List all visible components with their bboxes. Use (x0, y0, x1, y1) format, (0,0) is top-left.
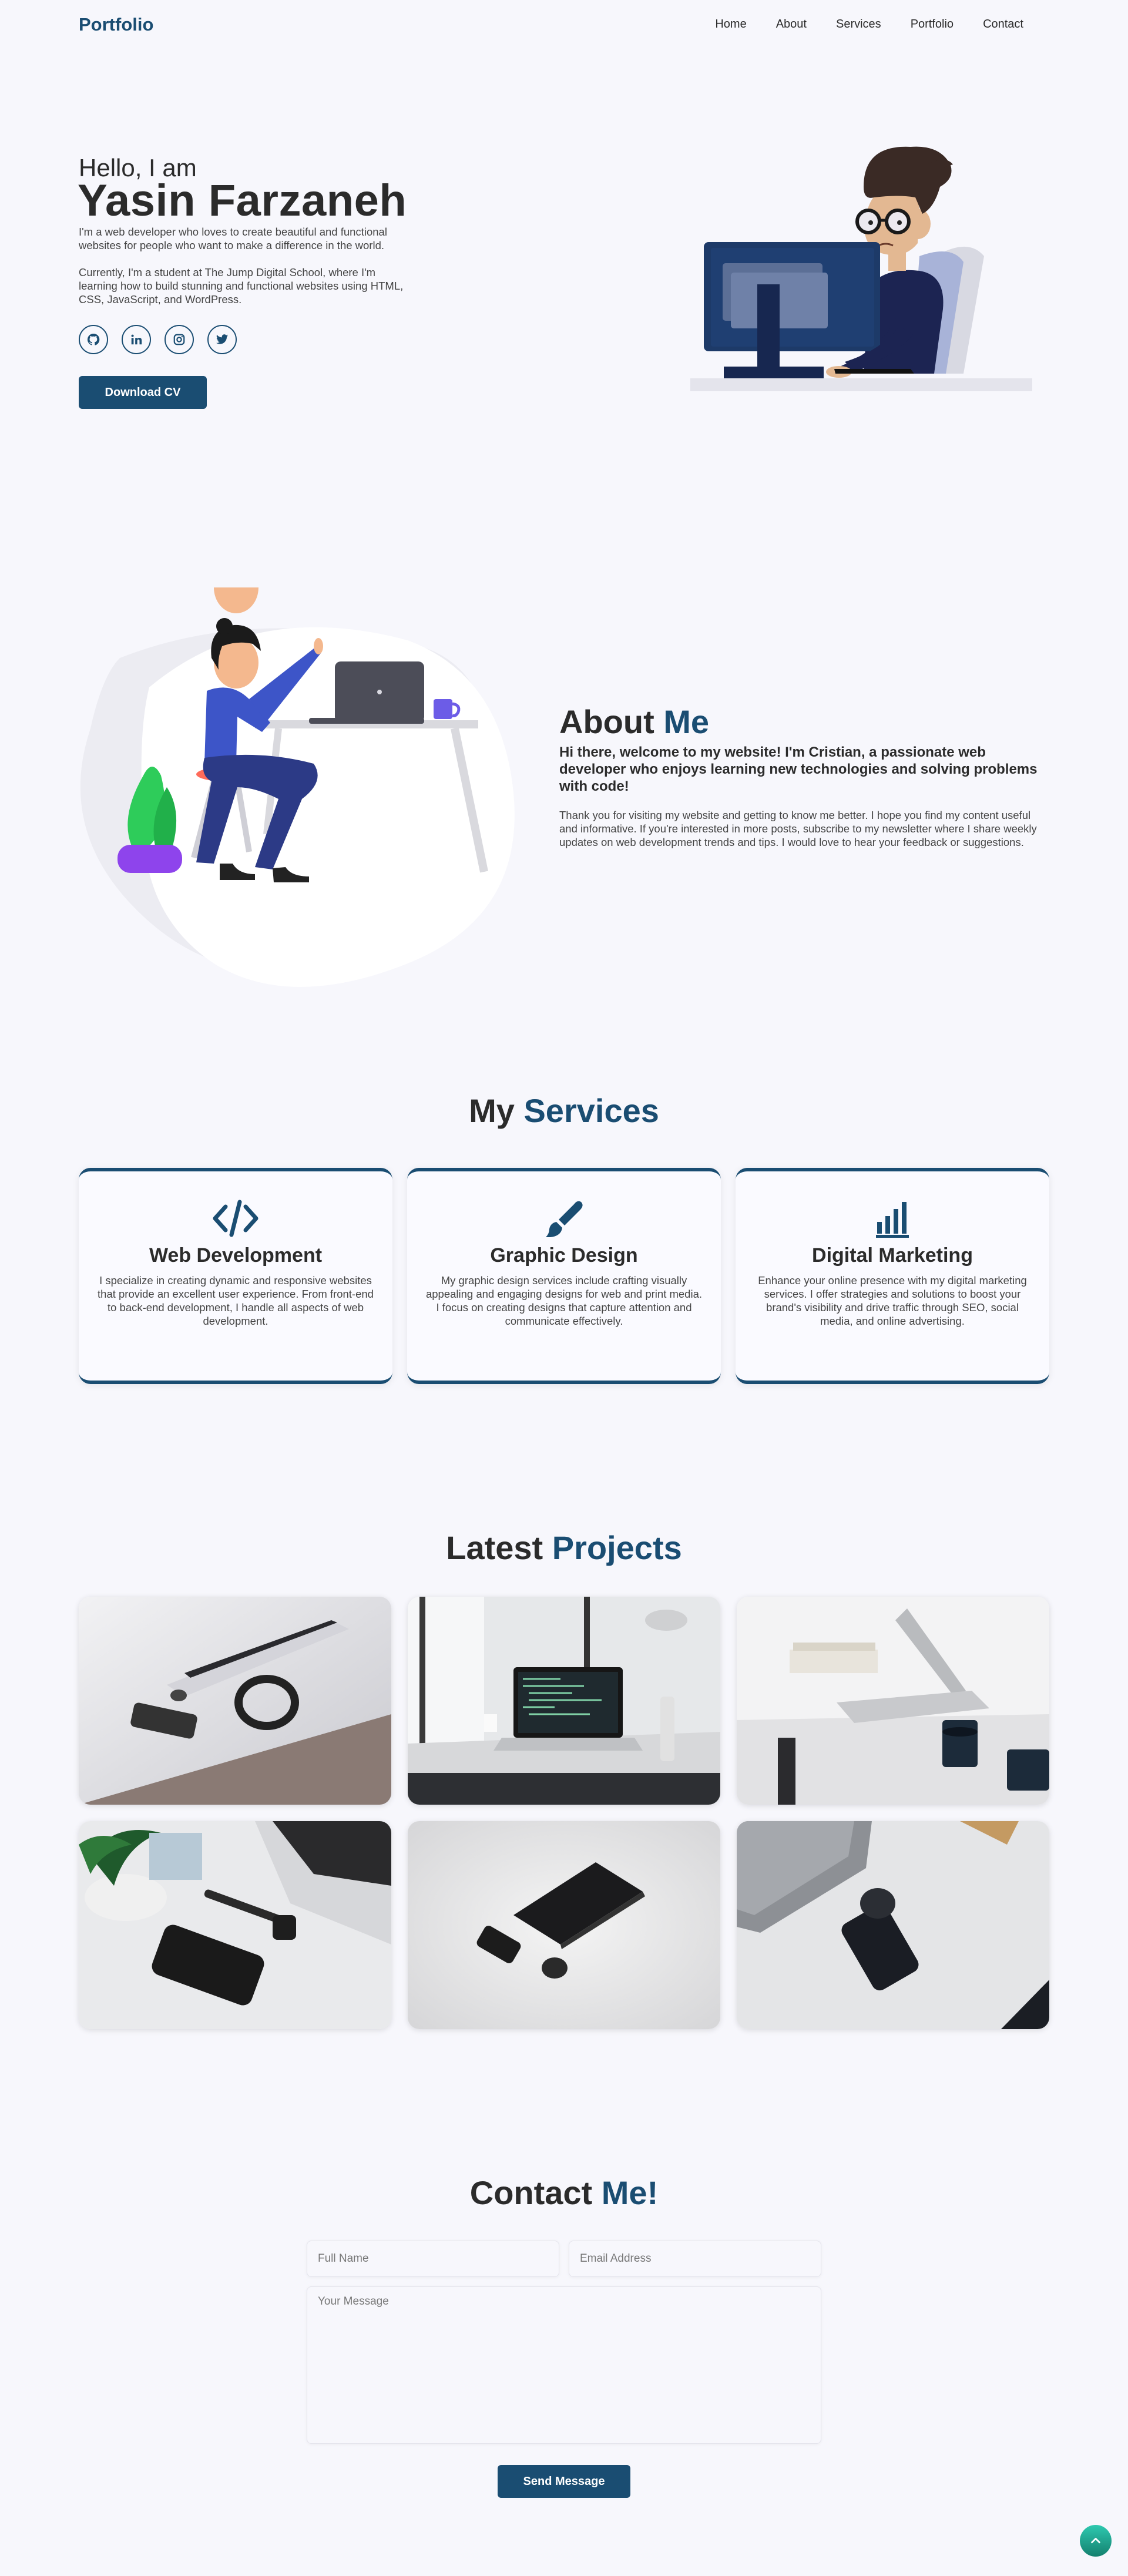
github-icon[interactable] (79, 325, 108, 354)
full-name-input[interactable] (307, 2241, 559, 2277)
project-card[interactable] (737, 1821, 1049, 2029)
hero-intro: I'm a web developer who loves to create … (79, 226, 387, 251)
hero-name: Yasin Farzaneh (78, 176, 407, 226)
service-title: Digital Marketing (812, 1244, 973, 1267)
about-lead: Hi there, welcome to my website! I'm Cri… (559, 744, 1038, 794)
nav-link-contact[interactable]: Contact (983, 18, 1023, 31)
service-title: Web Development (149, 1244, 323, 1267)
project-card[interactable] (79, 1597, 391, 1805)
project-image (408, 1821, 720, 2029)
nav-link-about[interactable]: About (776, 18, 807, 31)
about-title-accent: Me (663, 703, 710, 740)
about-title-word: About (559, 703, 654, 740)
project-image (737, 1821, 1049, 2029)
services-title-word: My (469, 1092, 515, 1129)
contact-title-accent: Me! (601, 2174, 659, 2211)
site-logo[interactable]: Portfolio (79, 14, 153, 35)
instagram-icon[interactable] (164, 325, 194, 354)
service-card-marketing[interactable]: Digital Marketing Enhance your online pr… (736, 1168, 1049, 1384)
project-card[interactable] (408, 1597, 720, 1805)
projects-title: Latest Projects (0, 1529, 1128, 1567)
message-textarea[interactable] (307, 2286, 821, 2444)
send-message-button[interactable]: Send Message (498, 2465, 630, 2498)
nav-link-portfolio[interactable]: Portfolio (911, 18, 954, 31)
project-image (79, 1597, 391, 1805)
projects-title-word: Latest (446, 1529, 543, 1566)
service-card-design[interactable]: Graphic Design My graphic design service… (407, 1168, 721, 1384)
nav-links: Home About Services Portfolio Contact (686, 18, 1023, 31)
social-links (79, 325, 237, 354)
hero-school: Currently, I'm a student at The Jump Dig… (79, 266, 404, 305)
service-text: My graphic design services include craft… (425, 1274, 703, 1327)
nav-link-services[interactable]: Services (836, 18, 881, 31)
developer-illustration (690, 146, 1032, 391)
service-title: Graphic Design (490, 1244, 638, 1267)
service-text: Enhance your online presence with my dig… (758, 1274, 1027, 1327)
services-title: My Services (0, 1091, 1128, 1130)
service-card-web[interactable]: Web Development I specialize in creating… (79, 1168, 392, 1384)
project-image (737, 1597, 1049, 1805)
bar-chart-icon (736, 1200, 1049, 1238)
about-illustration (80, 587, 515, 987)
top-nav: Portfolio Home About Services Portfolio … (0, 0, 1128, 49)
linkedin-icon[interactable] (122, 325, 151, 354)
projects-title-accent: Projects (552, 1529, 682, 1566)
email-input[interactable] (569, 2241, 821, 2277)
brush-icon (407, 1200, 721, 1237)
download-cv-button[interactable]: Download CV (79, 376, 207, 409)
about-body: Thank you for visiting my website and ge… (559, 809, 1037, 848)
services-title-accent: Services (523, 1092, 659, 1129)
service-text: I specialize in creating dynamic and res… (98, 1274, 374, 1327)
project-card[interactable] (737, 1597, 1049, 1805)
project-card[interactable] (408, 1821, 720, 2029)
project-image (79, 1821, 391, 2029)
about-title: About Me (559, 703, 709, 741)
twitter-icon[interactable] (207, 325, 237, 354)
project-card[interactable] (79, 1821, 391, 2029)
contact-title-word: Contact (469, 2174, 593, 2211)
project-image (408, 1597, 720, 1805)
nav-link-home[interactable]: Home (715, 18, 746, 31)
code-icon (79, 1200, 392, 1237)
contact-title: Contact Me! (0, 2174, 1128, 2212)
scroll-to-top-button[interactable] (1080, 2525, 1112, 2557)
chevron-up-icon (1091, 2537, 1100, 2544)
